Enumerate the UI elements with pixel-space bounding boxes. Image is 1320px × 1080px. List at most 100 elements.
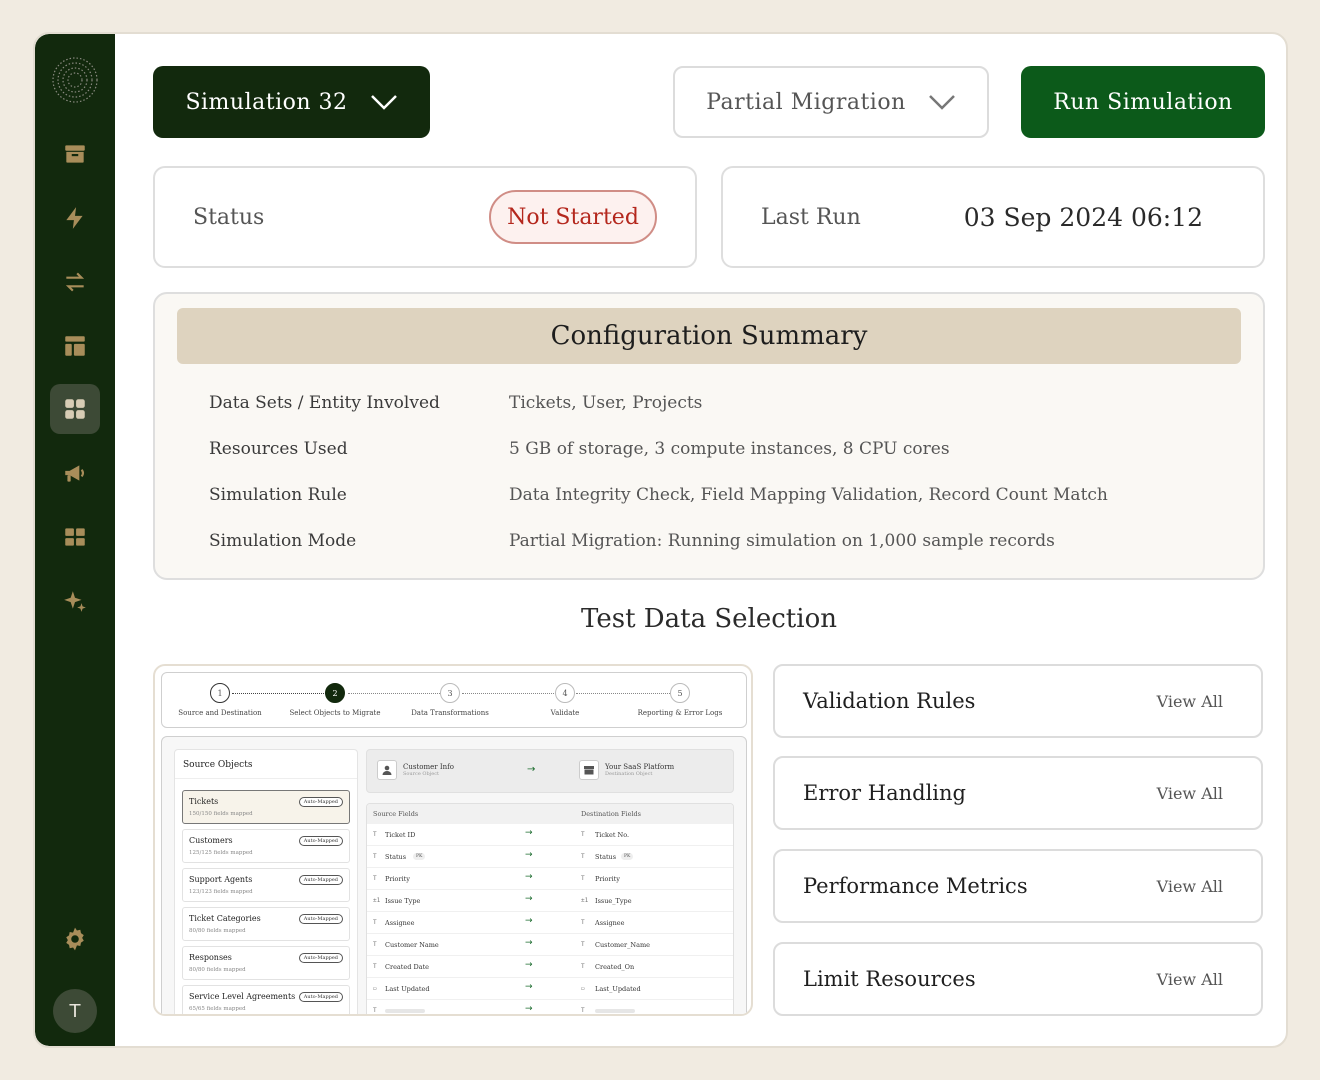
- list-item[interactable]: Service Level Agreements 65/65 fields ma…: [182, 985, 350, 1014]
- dashboard-icon: [65, 399, 85, 419]
- nav-layout[interactable]: [50, 321, 100, 371]
- view-all-link[interactable]: View All: [1157, 944, 1223, 1014]
- text-type-icon: T: [581, 875, 585, 882]
- migration-mode-dropdown[interactable]: Partial Migration: [673, 66, 989, 138]
- arrow-right-icon: →: [525, 960, 533, 970]
- simulation-label: Simulation 32: [185, 89, 348, 115]
- config-row: Data Sets / Entity Involved Tickets, Use…: [209, 388, 1209, 418]
- table-row[interactable]: ±1 Issue Type → ±1 Issue_Type: [367, 890, 733, 912]
- last-run-label: Last Run: [761, 204, 861, 230]
- configuration-summary: Configuration Summary Data Sets / Entity…: [153, 292, 1265, 580]
- mapping-workarea: Source Objects Tickets 150/150 fields ma…: [161, 736, 747, 1014]
- error-handling-card[interactable]: Error Handling View All: [773, 756, 1263, 830]
- config-key: Resources Used: [209, 439, 348, 459]
- simulation-dropdown[interactable]: Simulation 32: [153, 66, 430, 138]
- field-mapping-header: Source Fields Destination Fields: [367, 804, 733, 824]
- card-title: Validation Rules: [803, 689, 976, 713]
- step-3[interactable]: 3 Data Transformations: [390, 683, 510, 717]
- test-data-preview[interactable]: 1 Source and Destination 2 Select Object…: [153, 664, 753, 1016]
- destination-field: Priority: [595, 875, 620, 883]
- source-field: Issue Type: [385, 897, 421, 905]
- auto-mapped-badge: Auto-Mapped: [298, 992, 343, 1002]
- validation-rules-card[interactable]: Validation Rules View All: [773, 664, 1263, 738]
- chevron-down-icon: [928, 95, 955, 110]
- nav-archive[interactable]: [50, 129, 100, 179]
- list-item[interactable]: Ticket Categories 80/80 fields mapped Au…: [182, 907, 350, 941]
- text-type-icon: T: [581, 919, 585, 926]
- number-type-icon: ±1: [373, 897, 381, 904]
- megaphone-icon: [65, 465, 84, 482]
- arrow-right-icon: →: [525, 1004, 533, 1014]
- arrow-right-icon: →: [525, 850, 533, 860]
- source-objects-panel: Source Objects Tickets 150/150 fields ma…: [174, 749, 358, 1014]
- main-content: Simulation 32 Partial Migration Run Simu…: [115, 34, 1286, 1046]
- step-2[interactable]: 2 Select Objects to Migrate: [275, 683, 395, 717]
- field-mapping-table: Source Fields Destination Fields T Ticke…: [366, 803, 734, 1014]
- source-object-sub: Source Object: [403, 771, 440, 777]
- arrow-right-icon: →: [525, 938, 533, 948]
- config-row: Simulation Rule Data Integrity Check, Fi…: [209, 480, 1209, 510]
- run-simulation-label: Run Simulation: [1053, 89, 1233, 115]
- destination-field: Assignee: [595, 919, 625, 927]
- step-1[interactable]: 1 Source and Destination: [160, 683, 280, 717]
- config-value: Data Integrity Check, Field Mapping Vali…: [509, 485, 1108, 505]
- source-object-count: 125/125 fields mapped: [189, 850, 253, 856]
- nav-transfer[interactable]: [50, 257, 100, 307]
- source-object-count: 65/65 fields mapped: [189, 1006, 246, 1012]
- table-row[interactable]: T Customer Name → T Customer_Name: [367, 934, 733, 956]
- app-window: T Simulation 32 Partial Migration Run Si…: [33, 32, 1288, 1048]
- destination-field: Status: [595, 853, 617, 861]
- source-fields-header: Source Fields: [373, 810, 419, 818]
- table-row[interactable]: T Created Date → T Created_On: [367, 956, 733, 978]
- step-5[interactable]: 5 Reporting & Error Logs: [620, 683, 740, 717]
- nav-announcements[interactable]: [50, 448, 100, 498]
- stepper: 1 Source and Destination 2 Select Object…: [161, 672, 747, 728]
- step-4[interactable]: 4 Validate: [505, 683, 625, 717]
- avatar[interactable]: T: [53, 989, 97, 1033]
- table-icon: [65, 528, 85, 546]
- table-row[interactable]: T → T: [367, 1000, 733, 1014]
- source-field: Last Updated: [385, 985, 430, 993]
- list-item[interactable]: Tickets 150/150 fields mapped Auto-Mappe…: [182, 790, 350, 824]
- step-number: 2: [325, 683, 345, 703]
- view-all-link[interactable]: View All: [1157, 666, 1223, 736]
- config-value: Partial Migration: Running simulation on…: [509, 531, 1055, 551]
- performance-metrics-card[interactable]: Performance Metrics View All: [773, 849, 1263, 923]
- text-type-icon: T: [581, 853, 585, 860]
- destination-object: Your SaaS Platform Destination Object: [579, 760, 674, 780]
- run-simulation-button[interactable]: Run Simulation: [1021, 66, 1265, 138]
- table-row[interactable]: T Priority → T Priority: [367, 868, 733, 890]
- config-key: Simulation Rule: [209, 485, 347, 505]
- step-label: Validate: [550, 709, 580, 717]
- nav-ai[interactable]: [50, 576, 100, 626]
- source-object-name: Ticket Categories: [189, 914, 261, 923]
- view-all-link[interactable]: View All: [1157, 851, 1223, 921]
- status-card: Status Not Started: [153, 166, 697, 268]
- destination-field: Created_On: [595, 963, 635, 971]
- source-object-name: Service Level Agreements: [189, 992, 296, 1001]
- table-row[interactable]: T Status PK → T Status PK: [367, 846, 733, 868]
- table-row[interactable]: ▭ Last Updated → ▭ Last_Updated: [367, 978, 733, 1000]
- arrow-right-icon: →: [525, 828, 533, 838]
- text-type-icon: T: [373, 963, 377, 970]
- view-all-link[interactable]: View All: [1157, 758, 1223, 828]
- list-item[interactable]: Responses 80/80 fields mapped Auto-Mappe…: [182, 946, 350, 980]
- table-row[interactable]: T Assignee → T Assignee: [367, 912, 733, 934]
- source-object-name: Customers: [189, 836, 233, 845]
- source-field: Priority: [385, 875, 410, 883]
- card-title: Limit Resources: [803, 967, 976, 991]
- source-field: Ticket ID: [385, 831, 416, 839]
- nav-actions[interactable]: [50, 193, 100, 243]
- list-item[interactable]: Support Agents 123/123 fields mapped Aut…: [182, 868, 350, 902]
- auto-mapped-badge: Auto-Mapped: [298, 875, 343, 885]
- limit-resources-card[interactable]: Limit Resources View All: [773, 942, 1263, 1016]
- nav-dashboard[interactable]: [50, 384, 100, 434]
- nav-table[interactable]: [50, 512, 100, 562]
- nav-settings[interactable]: [50, 914, 100, 964]
- logo-icon: [49, 54, 101, 106]
- object-mapping-header: Customer Info Source Object → Your SaaS …: [366, 749, 734, 793]
- list-item[interactable]: Customers 125/125 fields mapped Auto-Map…: [182, 829, 350, 863]
- table-row[interactable]: T Ticket ID → T Ticket No.: [367, 824, 733, 846]
- pk-badge: PK: [621, 853, 634, 860]
- calendar-icon: ▭: [581, 985, 585, 992]
